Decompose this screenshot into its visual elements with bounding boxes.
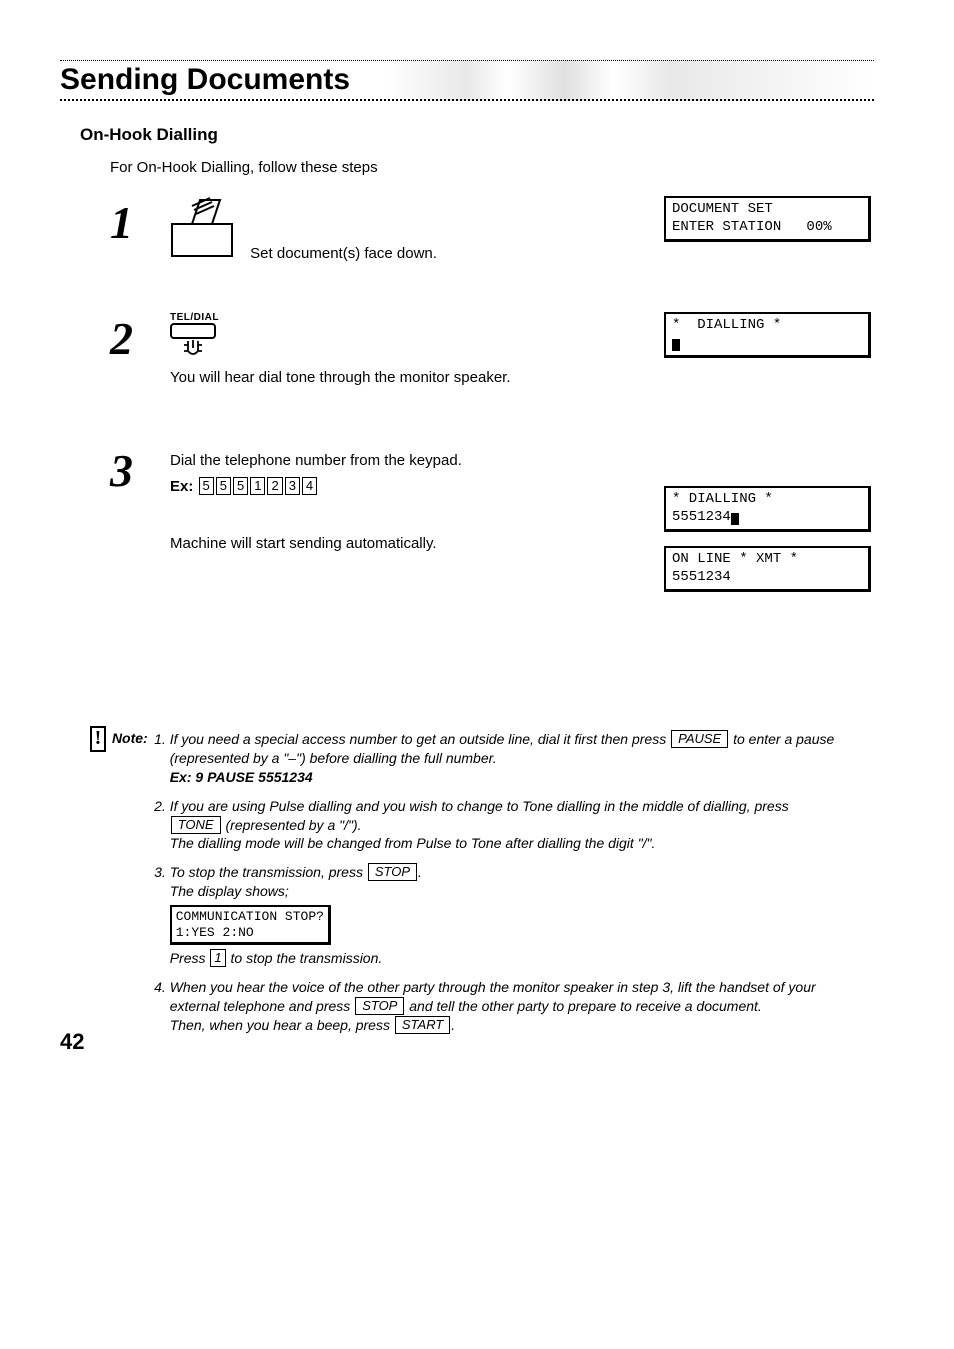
note-text: If you need a special access number to g…: [170, 731, 670, 747]
note-text: The display shows;: [170, 883, 289, 899]
note-text: Then, when you hear a beep, press: [170, 1017, 394, 1033]
lcd-line: ON LINE * XMT *: [672, 551, 798, 567]
note-text: The dialling mode will be changed from P…: [170, 835, 656, 851]
keycap-digit: 1: [210, 949, 225, 967]
step-3: 3 Dial the telephone number from the key…: [110, 444, 874, 606]
note-text: To stop the transmission, press: [170, 864, 367, 880]
step-number: 3: [110, 444, 170, 494]
step-body: Dial the telephone number from the keypa…: [170, 444, 664, 560]
keycap-digit: 1: [250, 477, 265, 495]
keycap-digit: 5: [199, 477, 214, 495]
step-text: Dial the telephone number from the keypa…: [170, 452, 664, 469]
keycap-tone: TONE: [171, 816, 221, 834]
step-body: TEL/DIAL You will hear dial tone through…: [170, 312, 664, 394]
keycap-digit: 2: [267, 477, 282, 495]
lcd-display: * DIALLING *: [664, 312, 871, 358]
document-tray-icon: [170, 196, 240, 262]
lcd-cursor: [672, 339, 680, 351]
step-body: Set document(s) face down.: [170, 196, 664, 262]
keycap-start: START: [395, 1016, 450, 1034]
lcd-display: DOCUMENT SET ENTER STATION 00%: [664, 196, 871, 242]
section-heading: On-Hook Dialling: [80, 125, 874, 145]
note-text: (represented by a "/").: [222, 817, 362, 833]
note-text: If you are using Pulse dialling and you …: [170, 798, 789, 814]
page-number: 42: [60, 1029, 84, 1055]
step-number: 2: [110, 312, 170, 362]
lcd-line: DOCUMENT SET: [672, 201, 773, 217]
lcd-line: * DIALLING *: [672, 491, 773, 507]
lcd-line: * DIALLING *: [672, 317, 781, 333]
note-example: Ex: 9 PAUSE 5551234: [170, 769, 313, 785]
lcd-line: 5551234: [672, 509, 731, 525]
step-text: Machine will start sending automatically…: [170, 535, 664, 552]
note-text: and tell the other party to prepare to r…: [405, 998, 761, 1014]
chapter-title-text: Sending Documents: [60, 63, 350, 97]
note-text: Press: [170, 950, 210, 966]
note-block: ! Note: If you need a special access num…: [90, 726, 844, 1045]
lcd-display: ON LINE * XMT * 5551234: [664, 546, 871, 592]
note-item: To stop the transmission, press STOP. Th…: [170, 863, 844, 968]
note-item: If you are using Pulse dialling and you …: [170, 797, 844, 854]
keycap-digit: 5: [233, 477, 248, 495]
lcd-line: ENTER STATION 00%: [672, 219, 832, 235]
lcd-display: * DIALLING * 5551234: [664, 486, 871, 532]
note-list: If you need a special access number to g…: [152, 730, 844, 1045]
chapter-title: Sending Documents: [60, 60, 874, 101]
keycap-digit: 5: [216, 477, 231, 495]
keycap-pause: PAUSE: [671, 730, 728, 748]
lcd-display: COMMUNICATION STOP? 1:YES 2:NO: [170, 905, 331, 945]
step-text: You will hear dial tone through the moni…: [170, 369, 664, 386]
note-text: .: [451, 1017, 455, 1033]
keycap-stop: STOP: [368, 863, 417, 881]
note-item: If you need a special access number to g…: [170, 730, 844, 787]
note-text: .: [418, 864, 422, 880]
keycap-digit: 3: [285, 477, 300, 495]
lcd-cursor: [731, 513, 739, 525]
teldial-label: TEL/DIAL: [170, 312, 664, 323]
intro-text: For On-Hook Dialling, follow these steps: [110, 159, 874, 176]
step-1: 1 Set document(s) face down. DOCUMENT SE…: [110, 196, 874, 262]
note-icon: !: [90, 726, 106, 752]
keycap-stop: STOP: [355, 997, 404, 1015]
teldial-button-icon: [170, 323, 224, 357]
step-number: 1: [110, 196, 170, 246]
note-text: to stop the transmission.: [227, 950, 383, 966]
note-item: When you hear the voice of the other par…: [170, 978, 844, 1035]
step-2: 2 TEL/DIAL You will hear dial tone throu…: [110, 312, 874, 394]
keycap-digit: 4: [302, 477, 317, 495]
note-label: Note:: [112, 730, 148, 746]
lcd-line: 5551234: [672, 569, 731, 585]
example-label: Ex:: [170, 478, 193, 495]
step-text: Set document(s) face down.: [250, 245, 437, 262]
